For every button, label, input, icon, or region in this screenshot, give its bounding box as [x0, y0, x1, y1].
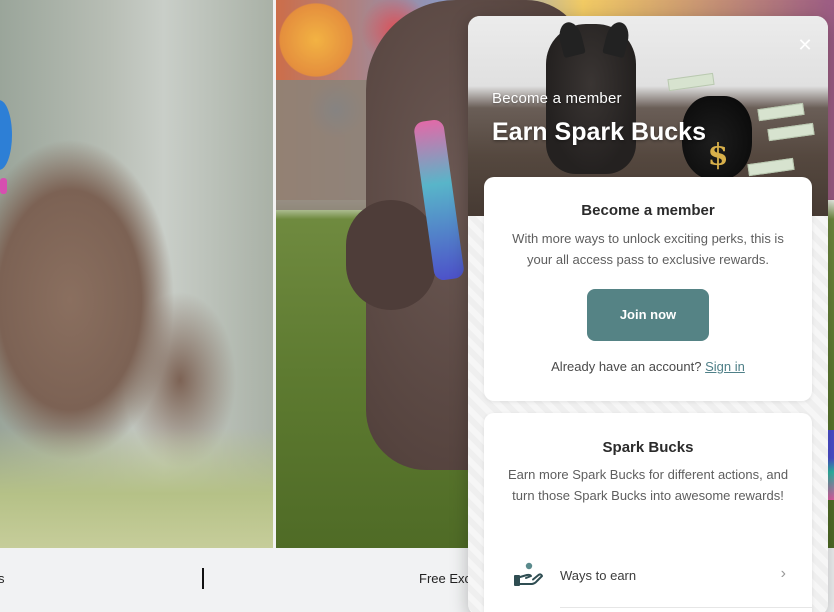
money-bill	[747, 157, 795, 177]
signin-row: Already have an account? Sign in	[484, 359, 812, 374]
join-now-button[interactable]: Join now	[587, 289, 709, 341]
chevron-right-icon: ›	[780, 565, 786, 582]
spark-bucks-card: Spark Bucks Earn more Spark Bucks for di…	[484, 413, 812, 612]
spark-bucks-heading: Spark Bucks	[602, 439, 694, 456]
member-card-heading: Become a member	[581, 202, 715, 219]
close-icon[interactable]: ✕	[796, 36, 814, 54]
background-photo-left	[0, 0, 273, 548]
strip-text-right: Free Exc	[419, 571, 472, 586]
hand-coin-icon	[514, 562, 543, 586]
signin-prompt: Already have an account?	[551, 359, 702, 374]
strip-separator	[202, 568, 204, 589]
hero-eyebrow: Become a member	[492, 90, 622, 107]
edge-decoration	[828, 430, 834, 500]
dollar-icon: $	[707, 138, 729, 173]
member-card-description: With more ways to unlock exciting perks,…	[512, 231, 784, 267]
money-bill	[767, 122, 815, 142]
row-divider	[560, 607, 812, 608]
sign-in-link[interactable]: Sign in	[705, 359, 745, 374]
member-card: Become a member With more ways to unlock…	[484, 177, 812, 401]
dog-leg	[346, 200, 436, 310]
dog-collar	[0, 100, 12, 170]
strip-text-left: s	[0, 571, 5, 586]
collar-tag	[0, 178, 7, 194]
ways-to-earn-row[interactable]: Ways to earn ›	[484, 555, 812, 595]
spark-bucks-description: Earn more Spark Bucks for different acti…	[507, 467, 789, 503]
hero-title: Earn Spark Bucks	[492, 118, 706, 146]
ways-to-earn-label: Ways to earn	[560, 568, 637, 583]
money-bill	[667, 72, 715, 92]
grass	[0, 428, 273, 548]
money-bill	[757, 102, 805, 122]
rewards-panel: $ Become a member Earn Spark Bucks ✕ Bec…	[468, 16, 828, 612]
